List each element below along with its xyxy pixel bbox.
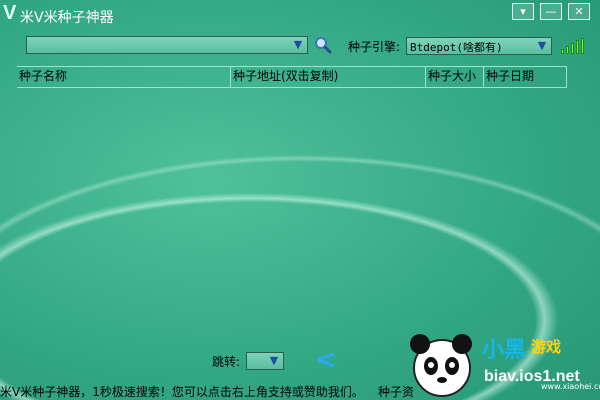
chevron-down-icon[interactable]: ▼ — [267, 354, 281, 368]
watermark-brand: 小黑 — [482, 338, 527, 363]
page-jump-select[interactable]: ▼ — [246, 352, 284, 370]
watermark-logo: 小黑 游戏 biav.ios1.net www.xiaohei.com — [406, 330, 600, 400]
watermark-url: www.xiaohei.com — [541, 382, 600, 391]
signal-bar — [581, 38, 584, 54]
engine-selected-value: Btdepot(啥都有) — [410, 41, 503, 54]
prev-page-button[interactable]: < — [315, 345, 337, 375]
column-header-date[interactable]: 种子日期 — [484, 67, 567, 87]
signal-bar — [576, 40, 579, 54]
signal-bar — [571, 43, 574, 54]
column-header-size[interactable]: 种子大小 — [426, 67, 484, 87]
column-header-address[interactable]: 种子地址(双击复制) — [231, 67, 426, 87]
app-logo: V — [3, 2, 17, 24]
close-button[interactable]: ✕ — [568, 3, 590, 20]
column-header-name[interactable]: 种子名称 — [17, 67, 231, 87]
chevron-down-icon[interactable]: ▼ — [291, 38, 305, 52]
watermark-brand-game: 游戏 — [531, 338, 562, 356]
signal-strength-icon — [561, 38, 587, 54]
panda-icon — [410, 334, 472, 397]
engine-select[interactable]: Btdepot(啥都有) ▼ — [406, 37, 552, 55]
table-header: 种子名称 种子地址(双击复制) 种子大小 种子日期 — [17, 66, 567, 88]
jump-label: 跳转: — [212, 355, 241, 369]
title-bar[interactable]: V 米V米种子神器 ▾ — ✕ — [0, 0, 600, 30]
menu-button[interactable]: ▾ — [512, 3, 534, 20]
engine-label: 种子引擎: — [348, 40, 401, 54]
signal-bar — [566, 46, 569, 54]
chevron-left-icon: < — [315, 345, 337, 375]
search-input[interactable]: ▼ — [26, 36, 308, 54]
minimize-button[interactable]: — — [540, 3, 562, 20]
chevron-down-icon[interactable]: ▼ — [535, 39, 549, 53]
window-title: 米V米种子神器 — [20, 10, 114, 26]
results-list[interactable] — [17, 87, 567, 337]
signal-bar — [561, 49, 564, 54]
search-icon[interactable] — [314, 36, 332, 54]
status-text: 米V米种子神器，1秒极速搜索！您可以点击右上角支持或赞助我们。 — [0, 385, 364, 399]
app-window: V 米V米种子神器 ▾ — ✕ ▼ 种子引擎: Btdepot(啥都有) ▼ 种… — [0, 0, 600, 400]
